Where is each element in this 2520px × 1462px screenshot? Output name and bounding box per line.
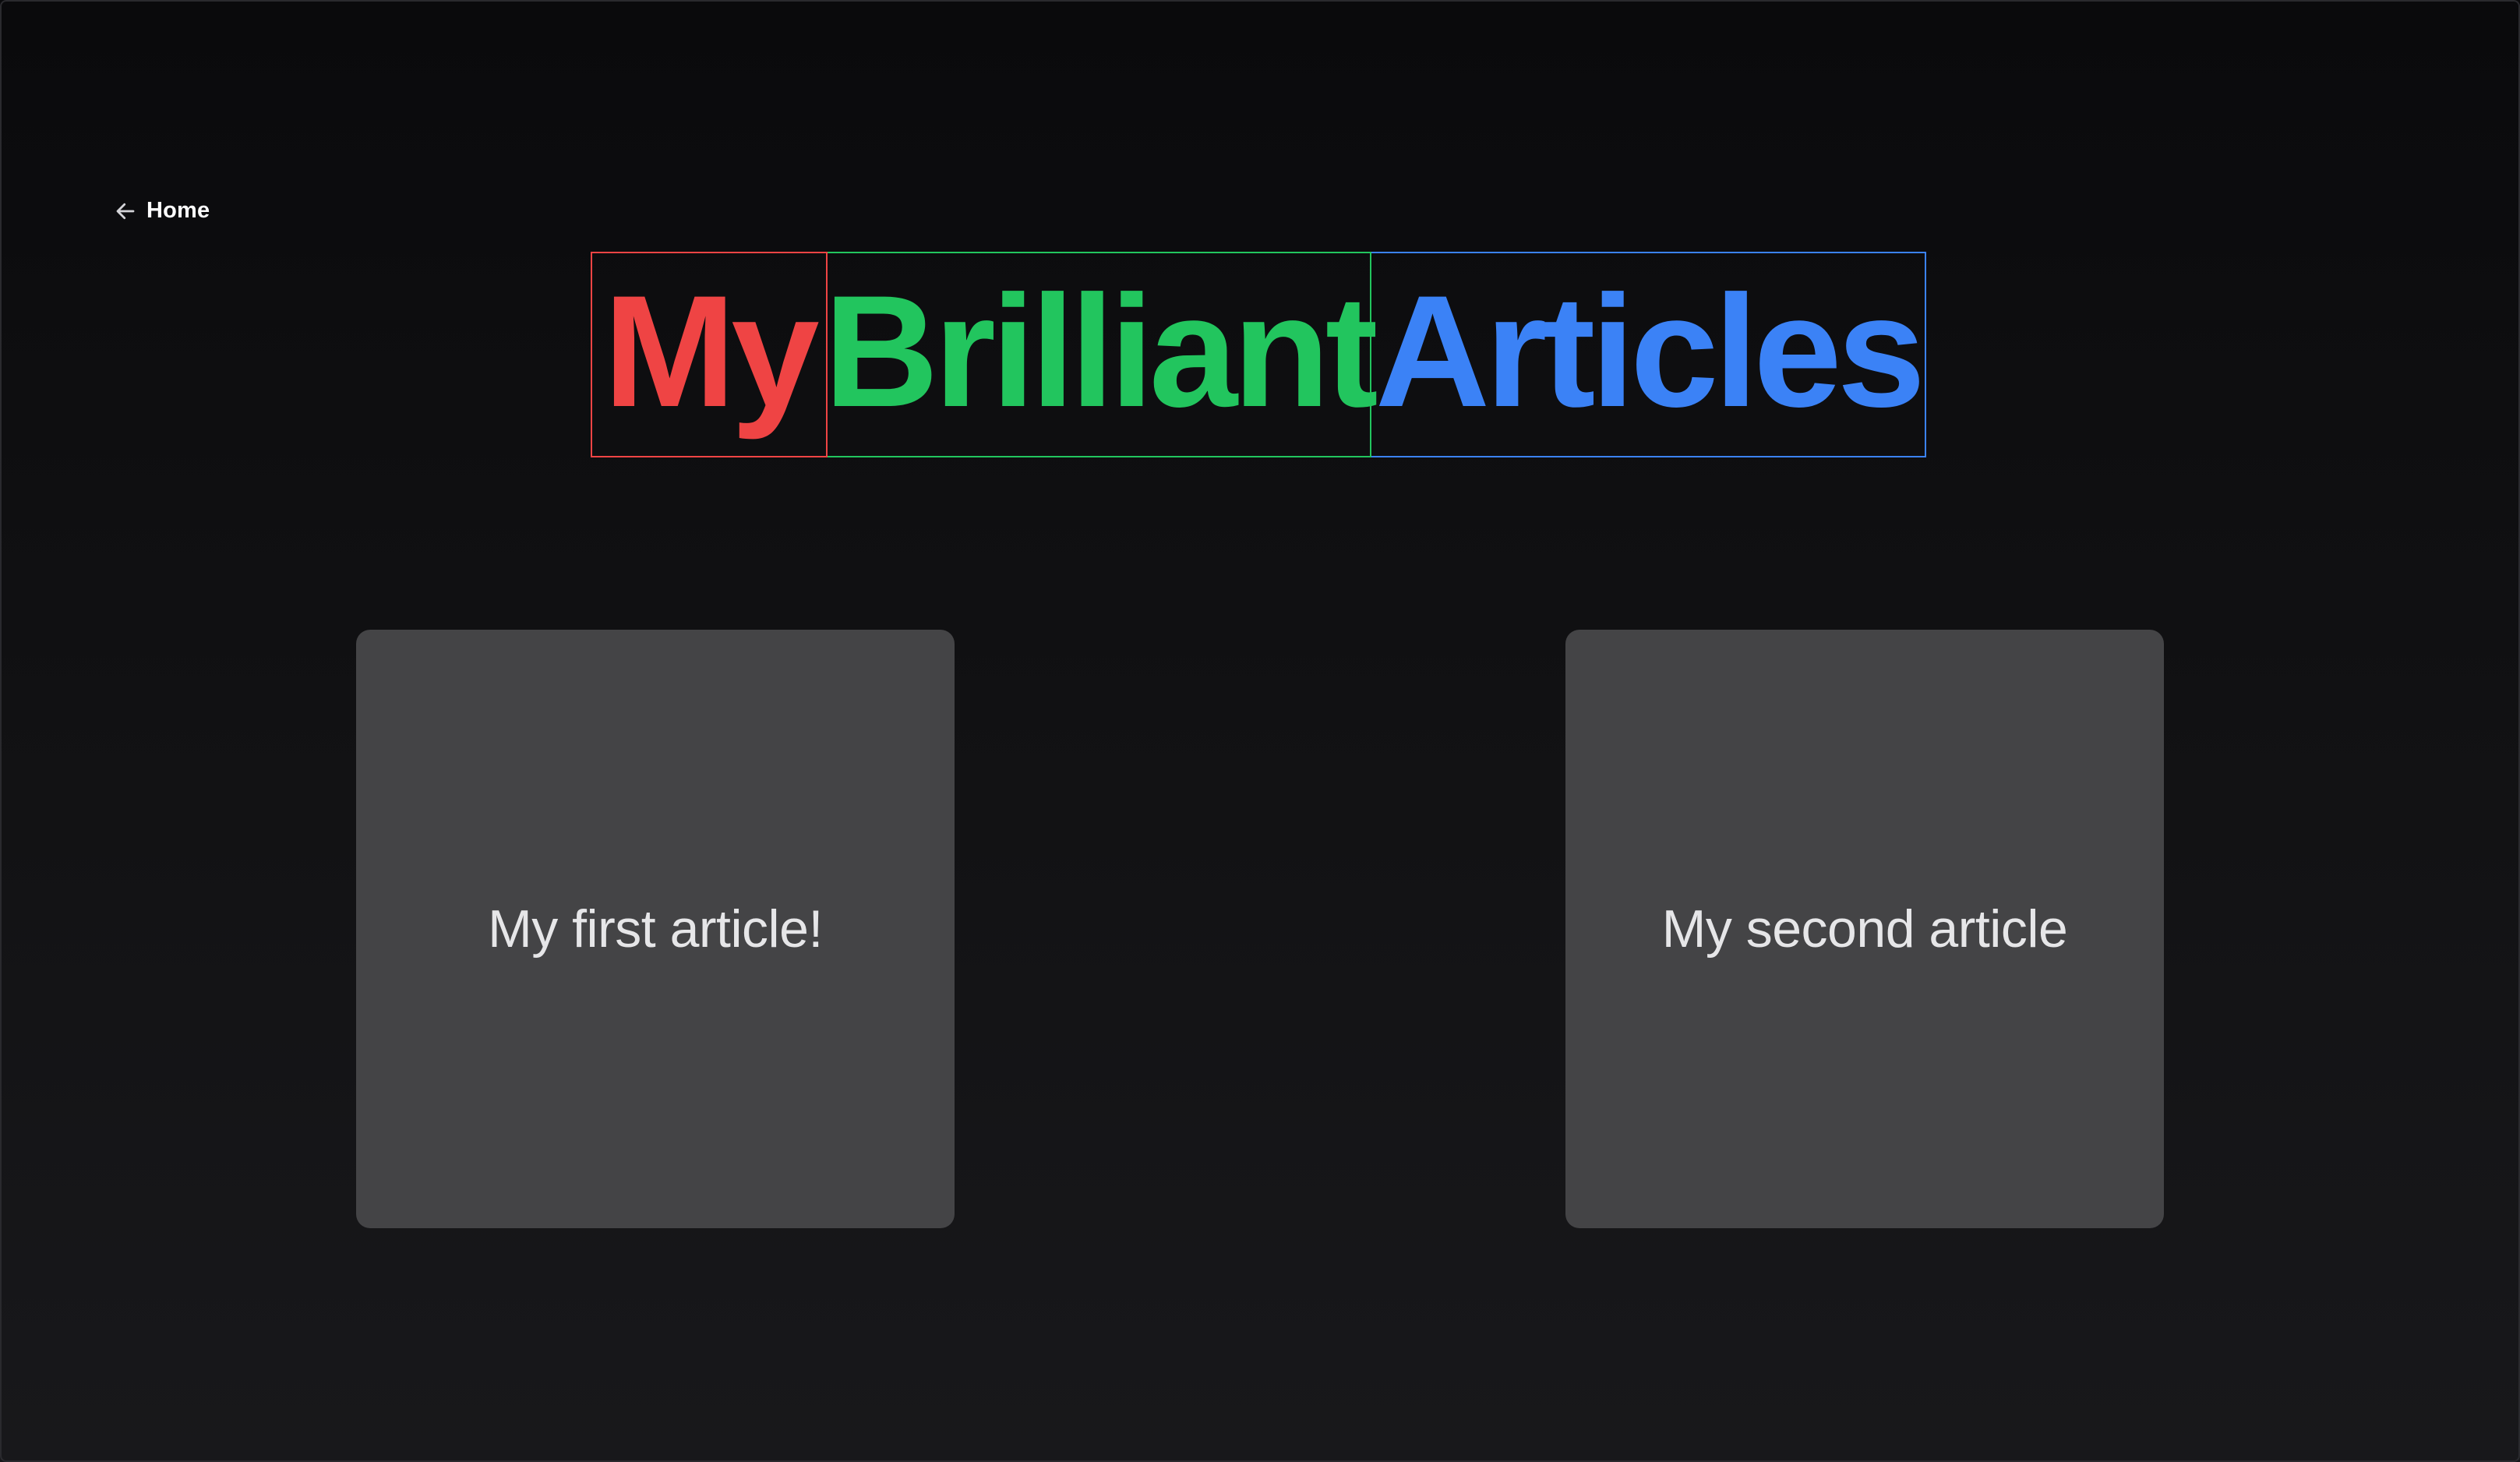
- title-word-brilliant: Brilliant: [824, 252, 1378, 457]
- article-card-title: My first article!: [488, 899, 823, 959]
- title-word-my: My: [591, 252, 828, 457]
- arrow-left-icon: [114, 200, 137, 223]
- article-card-first[interactable]: My first article!: [356, 630, 955, 1228]
- article-card-second[interactable]: My second article: [1565, 630, 2164, 1228]
- home-link-label: Home: [146, 198, 210, 223]
- title-word-articles: Articles: [1371, 252, 1926, 457]
- article-card-title: My second article: [1661, 899, 2068, 959]
- page-title: My Brilliant Articles: [591, 252, 1926, 457]
- home-back-link[interactable]: Home: [114, 198, 210, 224]
